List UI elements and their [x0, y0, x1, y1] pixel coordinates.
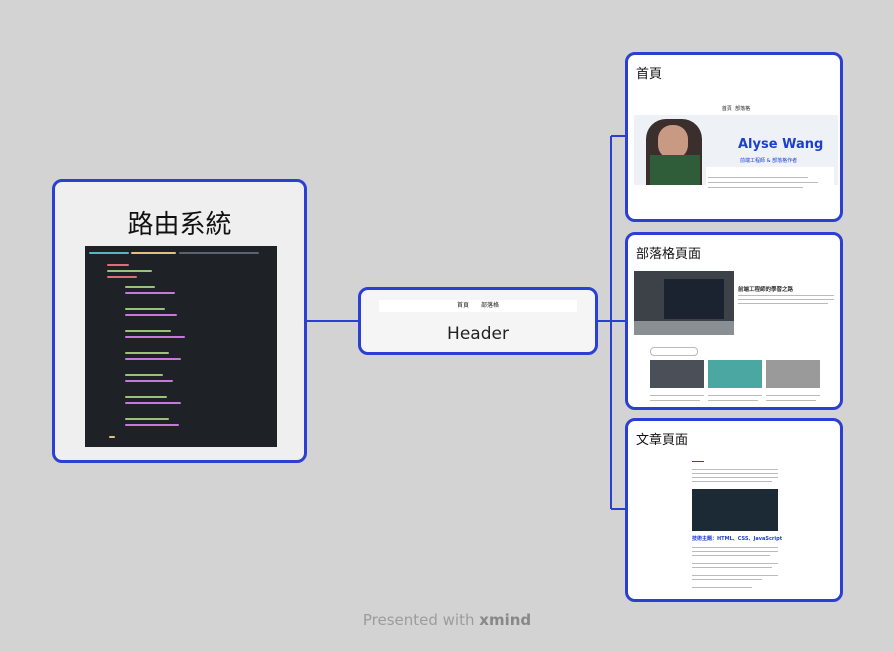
topic-article-title: 文章頁面	[636, 433, 689, 448]
hero-subtitle: 前端工程師 & 部落格作者	[740, 158, 798, 164]
blog-card-image-3	[766, 360, 820, 388]
topic-blog-page[interactable]: 部落格頁面 前端工程師的學習之路	[625, 232, 843, 410]
topic-header[interactable]: 首頁 部落格 Header	[358, 287, 598, 355]
nav-blog-label: 部落格	[480, 302, 499, 309]
blog-featured-image	[634, 271, 734, 335]
home-thumb-hero: Alyse Wang 前端工程師 & 部落格作者	[634, 115, 838, 197]
blog-featured-title: 前端工程師的學習之路	[738, 287, 794, 293]
topic-blog-title: 部落格頁面	[636, 247, 702, 262]
blog-card-image-2	[708, 360, 762, 388]
footer-prefix: Presented with	[362, 611, 475, 629]
blog-card-image-1	[650, 360, 704, 388]
topic-home-title: 首頁	[636, 67, 663, 82]
home-thumb-nav: 首頁 部落格	[721, 106, 751, 112]
article-section-heading: 技術主題：HTML、CSS、JavaScript	[692, 536, 783, 542]
footer-brand-logo: xmind	[479, 611, 532, 629]
code-screenshot	[85, 246, 277, 447]
header-thumbnail-navbar: 首頁 部落格	[379, 300, 577, 312]
article-image	[692, 489, 778, 531]
nav-home-label: 首頁	[457, 302, 470, 309]
topic-article-page[interactable]: 文章頁面 技術主題：HTML、CSS、JavaScript	[625, 418, 843, 602]
topic-header-title: Header	[447, 324, 509, 344]
root-topic-title: 路由系統	[127, 210, 232, 240]
hero-name: Alyse Wang	[738, 137, 824, 152]
root-topic-routing-system[interactable]: 路由系統	[52, 179, 307, 463]
footer-credit: Presented with xmind	[0, 611, 894, 629]
blog-search-input	[650, 347, 698, 356]
topic-home-page[interactable]: 首頁 首頁 部落格 Alyse Wang 前端工程師 & 部落格作者	[625, 52, 843, 222]
